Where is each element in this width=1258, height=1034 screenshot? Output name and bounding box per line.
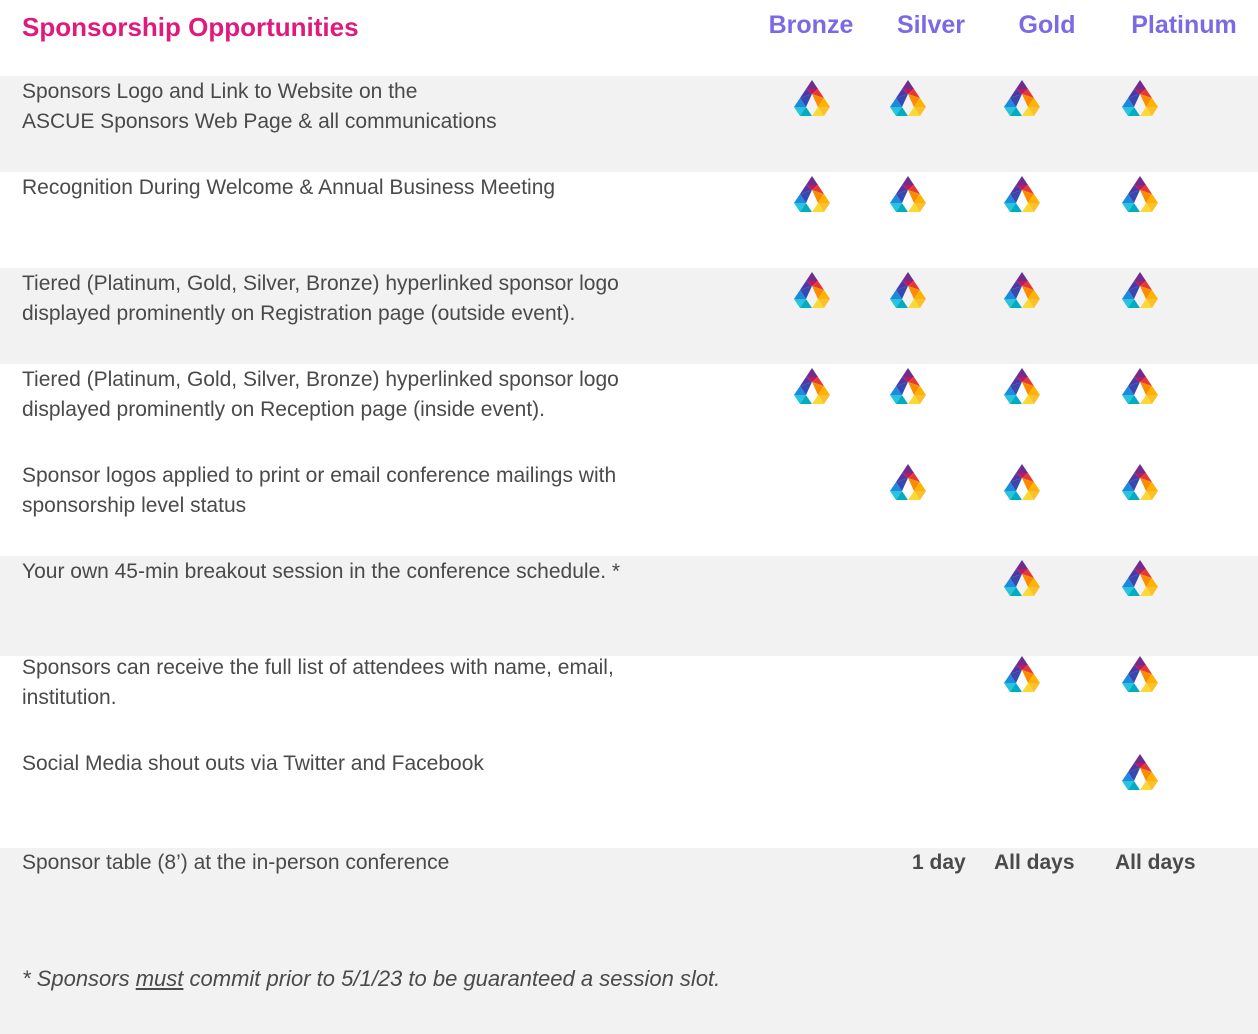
ascue-logo-icon-bronze xyxy=(792,368,832,404)
platinum-cell-value: All days xyxy=(1115,851,1196,874)
table-row: Recognition During Welcome & Annual Busi… xyxy=(0,172,1258,268)
table-row: Sponsor logos applied to print or email … xyxy=(0,460,1258,556)
ascue-logo-icon-gold xyxy=(1002,560,1042,596)
ascue-logo-icon-silver xyxy=(888,80,928,116)
row-label: Sponsors can receive the full list of at… xyxy=(22,656,614,709)
ascue-logo-icon-platinum xyxy=(1120,176,1160,212)
ascue-logo-icon-gold xyxy=(1002,272,1042,308)
ascue-logo-icon-gold xyxy=(1002,656,1042,692)
ascue-logo-icon-silver xyxy=(888,176,928,212)
ascue-logo-icon-gold xyxy=(1002,176,1042,212)
ascue-logo-icon-platinum xyxy=(1120,80,1160,116)
table-row: Social Media shout outs via Twitter and … xyxy=(0,748,1258,848)
table-row-sponsor-table: Sponsor table (8’) at the in-person conf… xyxy=(0,848,1258,908)
gold-cell-value: All days xyxy=(994,851,1075,874)
table-row: Sponsors can receive the full list of at… xyxy=(0,652,1258,748)
row-label: Recognition During Welcome & Annual Busi… xyxy=(22,176,556,199)
row-label: Sponsor logos applied to print or email … xyxy=(22,464,617,517)
ascue-logo-icon-bronze xyxy=(792,80,832,116)
page-title: Sponsorship Opportunities xyxy=(22,12,359,42)
ascue-logo-icon-silver xyxy=(888,368,928,404)
tier-header-bronze: Bronze xyxy=(768,11,854,39)
ascue-logo-icon-gold xyxy=(1002,368,1042,404)
ascue-logo-icon-bronze xyxy=(792,272,832,308)
tier-header-platinum: Platinum xyxy=(1131,11,1237,39)
ascue-logo-icon-platinum xyxy=(1120,464,1160,500)
table-row: Tiered (Platinum, Gold, Silver, Bronze) … xyxy=(0,364,1258,460)
table-row: Sponsors Logo and Link to Website on the… xyxy=(0,76,1258,172)
row-label: Your own 45-min breakout session in the … xyxy=(22,560,621,583)
ascue-logo-icon-platinum xyxy=(1120,368,1160,404)
row-label: Tiered (Platinum, Gold, Silver, Bronze) … xyxy=(22,272,619,325)
footnote-emphasis: must xyxy=(135,966,184,991)
table-row: Tiered (Platinum, Gold, Silver, Bronze) … xyxy=(0,268,1258,364)
table-row: Your own 45-min breakout session in the … xyxy=(0,556,1258,656)
ascue-logo-icon-silver xyxy=(888,464,928,500)
ascue-logo-icon-silver xyxy=(888,272,928,308)
row-label: Tiered (Platinum, Gold, Silver, Bronze) … xyxy=(22,368,619,421)
ascue-logo-icon-gold xyxy=(1002,464,1042,500)
ascue-logo-icon-platinum xyxy=(1120,272,1160,308)
row-label: Sponsor table (8’) at the in-person conf… xyxy=(22,851,450,874)
footnote-prefix: * Sponsors xyxy=(22,966,136,991)
footnote: * Sponsors must commit prior to 5/1/23 t… xyxy=(22,966,720,992)
row-label: Social Media shout outs via Twitter and … xyxy=(22,752,484,775)
tier-header-gold: Gold xyxy=(1018,11,1076,39)
silver-cell-value: 1 day xyxy=(912,851,966,874)
tier-header-silver: Silver xyxy=(896,11,966,39)
footnote-suffix: commit prior to 5/1/23 to be guaranteed … xyxy=(183,966,721,991)
ascue-logo-icon-platinum xyxy=(1120,560,1160,596)
ascue-logo-icon-platinum xyxy=(1120,754,1160,790)
ascue-logo-icon-platinum xyxy=(1120,656,1160,692)
row-label: Sponsors Logo and Link to Website on the… xyxy=(22,80,497,133)
ascue-logo-icon-gold xyxy=(1002,80,1042,116)
ascue-logo-icon-bronze xyxy=(792,176,832,212)
